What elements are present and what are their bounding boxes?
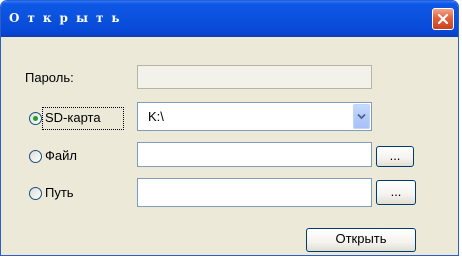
- sd-drive-select[interactable]: K:\: [137, 102, 372, 131]
- radio-sd-card[interactable]: [29, 112, 42, 125]
- open-button[interactable]: Открыть: [306, 228, 416, 252]
- dialog-content: Пароль: SD-карта K:\ Файл ... Путь ... О…: [4, 37, 455, 252]
- dropdown-button[interactable]: [353, 104, 370, 129]
- radio-selected-icon: [33, 116, 38, 121]
- folder-path-input[interactable]: [137, 178, 372, 207]
- sd-drive-value: K:\: [148, 109, 164, 124]
- radio-label-file[interactable]: Файл: [45, 148, 77, 163]
- radio-file[interactable]: [29, 150, 42, 163]
- chevron-down-icon: [357, 113, 366, 120]
- close-button[interactable]: [432, 8, 454, 30]
- close-icon: [437, 13, 449, 25]
- title-bar: Открыть: [1, 1, 458, 37]
- browse-file-button[interactable]: ...: [376, 146, 414, 167]
- browse-path-button[interactable]: ...: [376, 180, 416, 205]
- password-field[interactable]: [137, 65, 372, 89]
- window-title: Открыть: [9, 11, 128, 25]
- file-path-input[interactable]: [137, 142, 372, 167]
- radio-path[interactable]: [29, 187, 42, 200]
- radio-label-path[interactable]: Путь: [45, 185, 74, 200]
- open-dialog: Открыть Пароль: SD-карта K:\ Файл ... Пу…: [0, 0, 459, 256]
- password-label: Пароль:: [25, 70, 74, 85]
- radio-label-sd-card[interactable]: SD-карта: [45, 110, 101, 125]
